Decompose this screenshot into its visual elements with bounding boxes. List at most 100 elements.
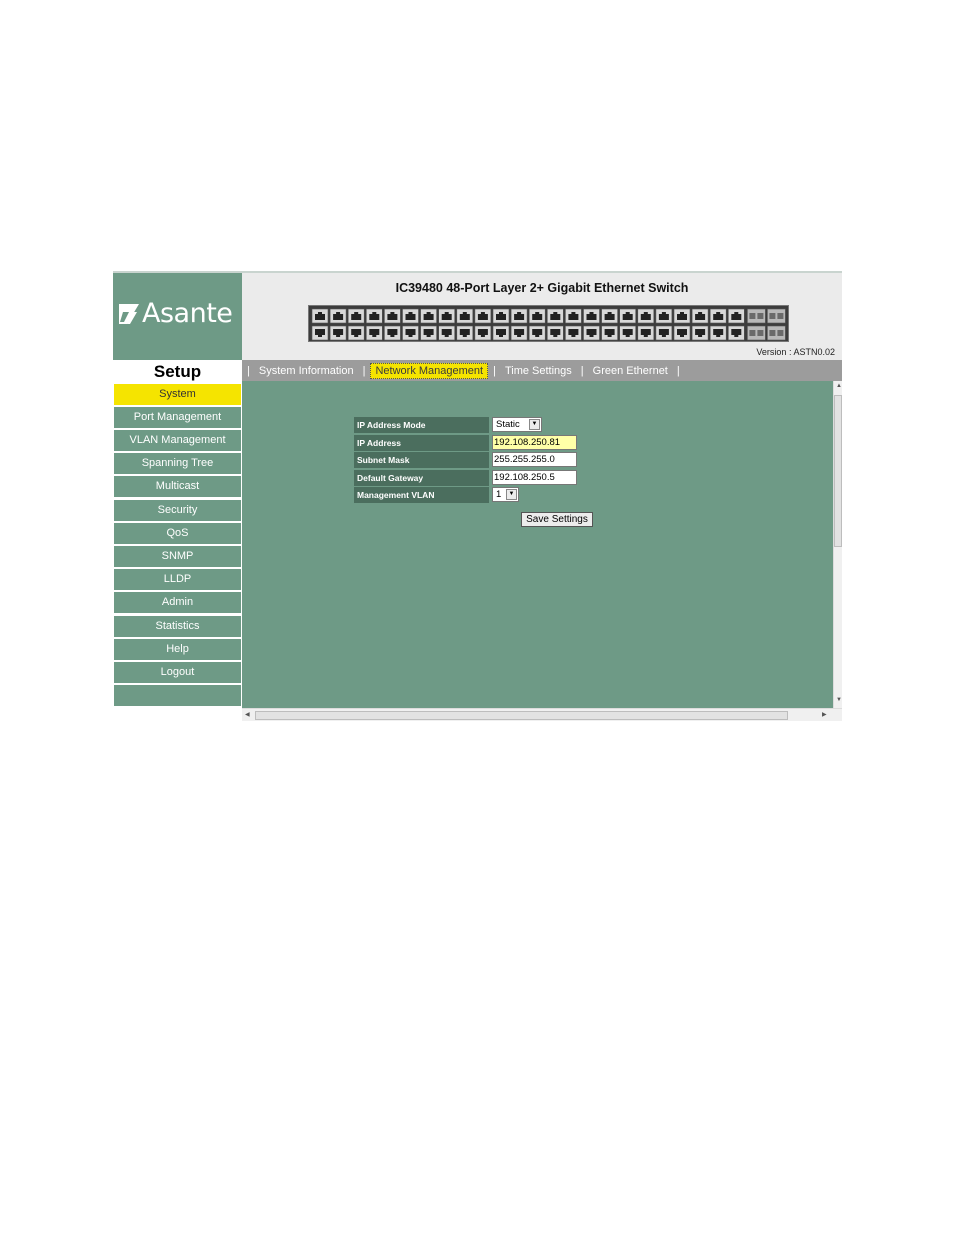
ethernet-port-icon[interactable] bbox=[528, 308, 546, 324]
subnet-mask-input[interactable]: 255.255.255.0 bbox=[492, 452, 577, 467]
tab-network-management[interactable]: Network Management bbox=[370, 362, 489, 379]
ethernet-port-icon[interactable] bbox=[619, 308, 637, 324]
default-gateway-input[interactable]: 192.108.250.5 bbox=[492, 470, 577, 485]
scroll-down-icon[interactable]: ▼ bbox=[836, 697, 842, 703]
ethernet-port-icon[interactable] bbox=[420, 325, 437, 341]
ethernet-port-icon[interactable] bbox=[474, 325, 492, 341]
ethernet-port-icon[interactable] bbox=[691, 308, 709, 324]
ethernet-port-icon[interactable] bbox=[691, 325, 709, 341]
sidebar-item-admin[interactable]: Admin bbox=[114, 592, 241, 613]
vertical-scrollbar[interactable]: ▲ ▼ bbox=[833, 381, 842, 708]
horizontal-scrollbar[interactable]: ◀ ▶ bbox=[242, 708, 842, 721]
sidebar-filler bbox=[114, 685, 241, 706]
ethernet-port-icon[interactable] bbox=[456, 308, 474, 324]
ethernet-port-icon[interactable] bbox=[637, 325, 655, 341]
scroll-right-icon[interactable]: ▶ bbox=[822, 711, 827, 718]
ethernet-port-icon[interactable] bbox=[619, 325, 637, 341]
management-vlan-label: Management VLAN bbox=[354, 487, 489, 503]
ethernet-port-icon[interactable] bbox=[547, 308, 564, 324]
ethernet-port-icon[interactable] bbox=[565, 308, 582, 324]
ethernet-port-icon[interactable] bbox=[456, 325, 474, 341]
sidebar-item-logout[interactable]: Logout bbox=[114, 662, 241, 683]
ethernet-port-icon[interactable] bbox=[311, 308, 329, 324]
tab-time-settings[interactable]: Time Settings bbox=[501, 363, 576, 379]
sfp-port-icon[interactable] bbox=[767, 325, 786, 341]
ip-mode-label: IP Address Mode bbox=[354, 417, 489, 433]
brand-logo[interactable]: Asante bbox=[118, 298, 233, 329]
tab-bar: | System Information | Network Managemen… bbox=[242, 360, 842, 381]
ethernet-port-icon[interactable] bbox=[601, 325, 618, 341]
tab-system-information[interactable]: System Information bbox=[255, 363, 358, 379]
page-header: IC39480 48-Port Layer 2+ Gigabit Etherne… bbox=[242, 271, 842, 360]
ethernet-port-icon[interactable] bbox=[384, 325, 401, 341]
ethernet-port-icon[interactable] bbox=[492, 325, 510, 341]
ethernet-port-icon[interactable] bbox=[438, 325, 455, 341]
ethernet-port-icon[interactable] bbox=[474, 308, 492, 324]
ethernet-port-icon[interactable] bbox=[329, 308, 347, 324]
sidebar: System Port Management VLAN Management S… bbox=[113, 383, 242, 709]
ethernet-port-icon[interactable] bbox=[420, 308, 437, 324]
scroll-left-icon[interactable]: ◀ bbox=[245, 711, 250, 718]
chevron-down-icon[interactable]: ▼ bbox=[506, 489, 517, 500]
ethernet-port-icon[interactable] bbox=[547, 325, 564, 341]
sidebar-item-vlan-management[interactable]: VLAN Management bbox=[114, 430, 241, 451]
sidebar-item-snmp[interactable]: SNMP bbox=[114, 546, 241, 567]
ip-mode-select[interactable]: Static ▼ bbox=[492, 417, 542, 432]
vertical-scroll-thumb[interactable] bbox=[834, 395, 842, 547]
ethernet-port-icon[interactable] bbox=[311, 325, 329, 341]
sidebar-item-lldp[interactable]: LLDP bbox=[114, 569, 241, 590]
tab-green-ethernet[interactable]: Green Ethernet bbox=[589, 363, 672, 379]
save-settings-button[interactable]: Save Settings bbox=[521, 512, 593, 527]
ethernet-port-icon[interactable] bbox=[601, 308, 618, 324]
ethernet-port-icon[interactable] bbox=[583, 325, 600, 341]
management-vlan-select[interactable]: 1 ▼ bbox=[492, 487, 519, 502]
sidebar-item-multicast[interactable]: Multicast bbox=[114, 476, 241, 497]
horizontal-scroll-thumb[interactable] bbox=[255, 711, 788, 720]
sfp-port-icon[interactable] bbox=[767, 308, 786, 324]
sfp-port-icon[interactable] bbox=[747, 325, 766, 341]
ethernet-port-icon[interactable] bbox=[365, 308, 383, 324]
ethernet-port-icon[interactable] bbox=[709, 308, 727, 324]
ethernet-port-icon[interactable] bbox=[347, 325, 365, 341]
ethernet-port-icon[interactable] bbox=[655, 325, 673, 341]
ethernet-port-icon[interactable] bbox=[528, 325, 546, 341]
ethernet-port-icon[interactable] bbox=[510, 308, 528, 324]
ip-address-input[interactable]: 192.108.250.81 bbox=[492, 435, 577, 450]
content-panel: IP Address Mode Static ▼ IP Address 192.… bbox=[242, 381, 833, 708]
ethernet-port-icon[interactable] bbox=[673, 325, 691, 341]
ethernet-port-icon[interactable] bbox=[727, 325, 745, 341]
ethernet-port-icon[interactable] bbox=[637, 308, 655, 324]
ethernet-port-icon[interactable] bbox=[347, 308, 365, 324]
ethernet-port-icon[interactable] bbox=[709, 325, 727, 341]
tab-separator: | bbox=[676, 364, 680, 377]
ethernet-port-icon[interactable] bbox=[492, 308, 510, 324]
ethernet-port-icon[interactable] bbox=[655, 308, 673, 324]
sidebar-item-security[interactable]: Security bbox=[114, 500, 241, 521]
sidebar-item-help[interactable]: Help bbox=[114, 639, 241, 660]
ethernet-port-icon[interactable] bbox=[565, 325, 582, 341]
scroll-up-icon[interactable]: ▲ bbox=[836, 383, 842, 389]
sidebar-item-port-management[interactable]: Port Management bbox=[114, 407, 241, 428]
device-title: IC39480 48-Port Layer 2+ Gigabit Etherne… bbox=[395, 281, 689, 295]
brand-name: Asante bbox=[142, 298, 233, 329]
ethernet-port-icon[interactable] bbox=[329, 325, 347, 341]
asante-logo-icon bbox=[119, 304, 139, 324]
ethernet-port-icon[interactable] bbox=[402, 325, 419, 341]
ethernet-port-icon[interactable] bbox=[384, 308, 401, 324]
sidebar-item-spanning-tree[interactable]: Spanning Tree bbox=[114, 453, 241, 474]
sidebar-item-qos[interactable]: QoS bbox=[114, 523, 241, 544]
sfp-port-icon[interactable] bbox=[747, 308, 766, 324]
ethernet-port-icon[interactable] bbox=[727, 308, 745, 324]
subnet-mask-label: Subnet Mask bbox=[354, 452, 489, 468]
setup-heading: Setup bbox=[113, 360, 242, 383]
ethernet-port-icon[interactable] bbox=[510, 325, 528, 341]
tab-separator: | bbox=[493, 364, 496, 377]
ethernet-port-icon[interactable] bbox=[402, 308, 419, 324]
ethernet-port-icon[interactable] bbox=[583, 308, 600, 324]
chevron-down-icon[interactable]: ▼ bbox=[529, 419, 540, 430]
ethernet-port-icon[interactable] bbox=[673, 308, 691, 324]
sidebar-item-statistics[interactable]: Statistics bbox=[114, 616, 241, 637]
sidebar-item-system[interactable]: System bbox=[114, 384, 241, 405]
ethernet-port-icon[interactable] bbox=[438, 308, 455, 324]
ethernet-port-icon[interactable] bbox=[365, 325, 383, 341]
